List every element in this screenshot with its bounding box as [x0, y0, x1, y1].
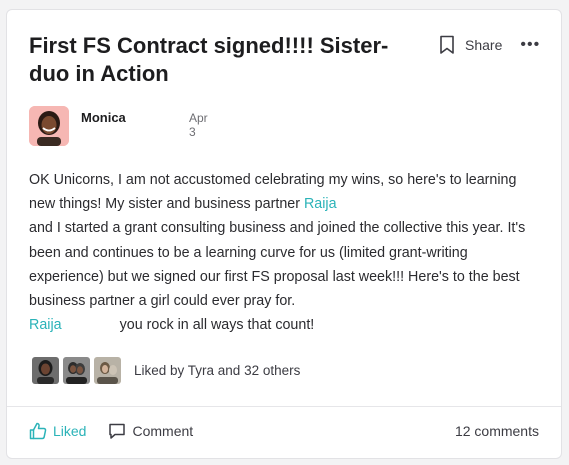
comments-count-link[interactable]: 12 comments — [455, 423, 539, 439]
liked-by-text[interactable]: Liked by Tyra and 32 others — [134, 363, 300, 378]
mention-link[interactable]: Raija — [304, 196, 337, 212]
post-body: OK Unicorns, I am not accustomed celebra… — [29, 168, 544, 337]
thumbs-up-icon — [29, 422, 47, 440]
author-row: Monica Apr 3 — [29, 106, 208, 146]
avatar[interactable] — [31, 356, 60, 385]
comment-button[interactable]: Comment — [108, 422, 193, 440]
author-name[interactable]: Monica — [81, 110, 126, 125]
mention-link[interactable]: Raija — [29, 317, 62, 333]
post-date: Apr 3 — [189, 111, 208, 139]
like-button[interactable]: Liked — [29, 422, 86, 440]
post-body-text: OK Unicorns, I am not accustomed celebra… — [29, 172, 517, 213]
post-body-text: and I started a grant consulting busines… — [29, 220, 526, 310]
comment-button-label: Comment — [132, 423, 194, 439]
post-title: First FS Contract signed!!!! Sister-duo … — [29, 33, 389, 86]
more-options-icon[interactable]: ••• — [520, 37, 540, 53]
avatar[interactable] — [62, 356, 91, 385]
post-body-text: you rock in all ways that count! — [119, 317, 315, 334]
post-actions: Share ••• — [439, 35, 540, 55]
share-button[interactable]: Share — [465, 37, 502, 53]
avatar[interactable] — [29, 106, 69, 146]
divider — [7, 406, 561, 407]
post-footer: Liked Comment 12 comments — [29, 422, 539, 440]
likers-row: Liked by Tyra and 32 others — [31, 356, 300, 385]
comment-icon — [109, 423, 126, 439]
post-card: First FS Contract signed!!!! Sister-duo … — [6, 9, 562, 459]
bookmark-icon[interactable] — [439, 35, 455, 55]
like-button-label: Liked — [53, 423, 87, 439]
avatar[interactable] — [93, 356, 122, 385]
